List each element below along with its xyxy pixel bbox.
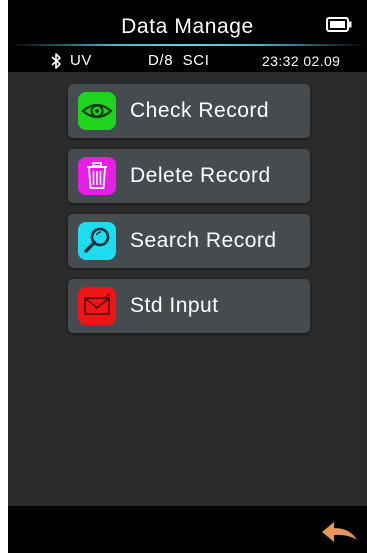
page-title: Data Manage bbox=[121, 15, 254, 38]
main-content: Check Record Delete Record Search Record… bbox=[8, 72, 367, 506]
bottom-bar bbox=[8, 506, 367, 553]
status-bar: UV D/8 SCI 23:32 02.09 bbox=[8, 50, 367, 72]
magnifier-icon bbox=[78, 222, 116, 260]
title-divider bbox=[8, 44, 367, 46]
delete-record-button[interactable]: Delete Record bbox=[68, 149, 310, 203]
trash-icon bbox=[78, 157, 116, 195]
std-input-label: Std Input bbox=[130, 294, 219, 317]
delete-record-label: Delete Record bbox=[130, 164, 271, 187]
check-record-button[interactable]: Check Record bbox=[68, 84, 310, 138]
check-record-label: Check Record bbox=[130, 99, 270, 122]
status-geometry: D/8 SCI bbox=[148, 52, 210, 69]
back-arrow-icon[interactable] bbox=[320, 518, 360, 546]
eye-icon bbox=[78, 92, 116, 130]
title-bar: Data Manage bbox=[8, 0, 367, 44]
std-input-button[interactable]: Std Input bbox=[68, 279, 310, 333]
envelope-icon bbox=[78, 287, 116, 325]
search-record-label: Search Record bbox=[130, 229, 277, 252]
battery-full-icon bbox=[326, 17, 352, 32]
search-record-button[interactable]: Search Record bbox=[68, 214, 310, 268]
device-screen: Data Manage UV D/8 SCI 23:32 02.09 Check… bbox=[8, 0, 367, 553]
bluetooth-icon bbox=[51, 53, 61, 69]
status-datetime: 23:32 02.09 bbox=[262, 53, 341, 69]
status-uv: UV bbox=[70, 52, 92, 69]
